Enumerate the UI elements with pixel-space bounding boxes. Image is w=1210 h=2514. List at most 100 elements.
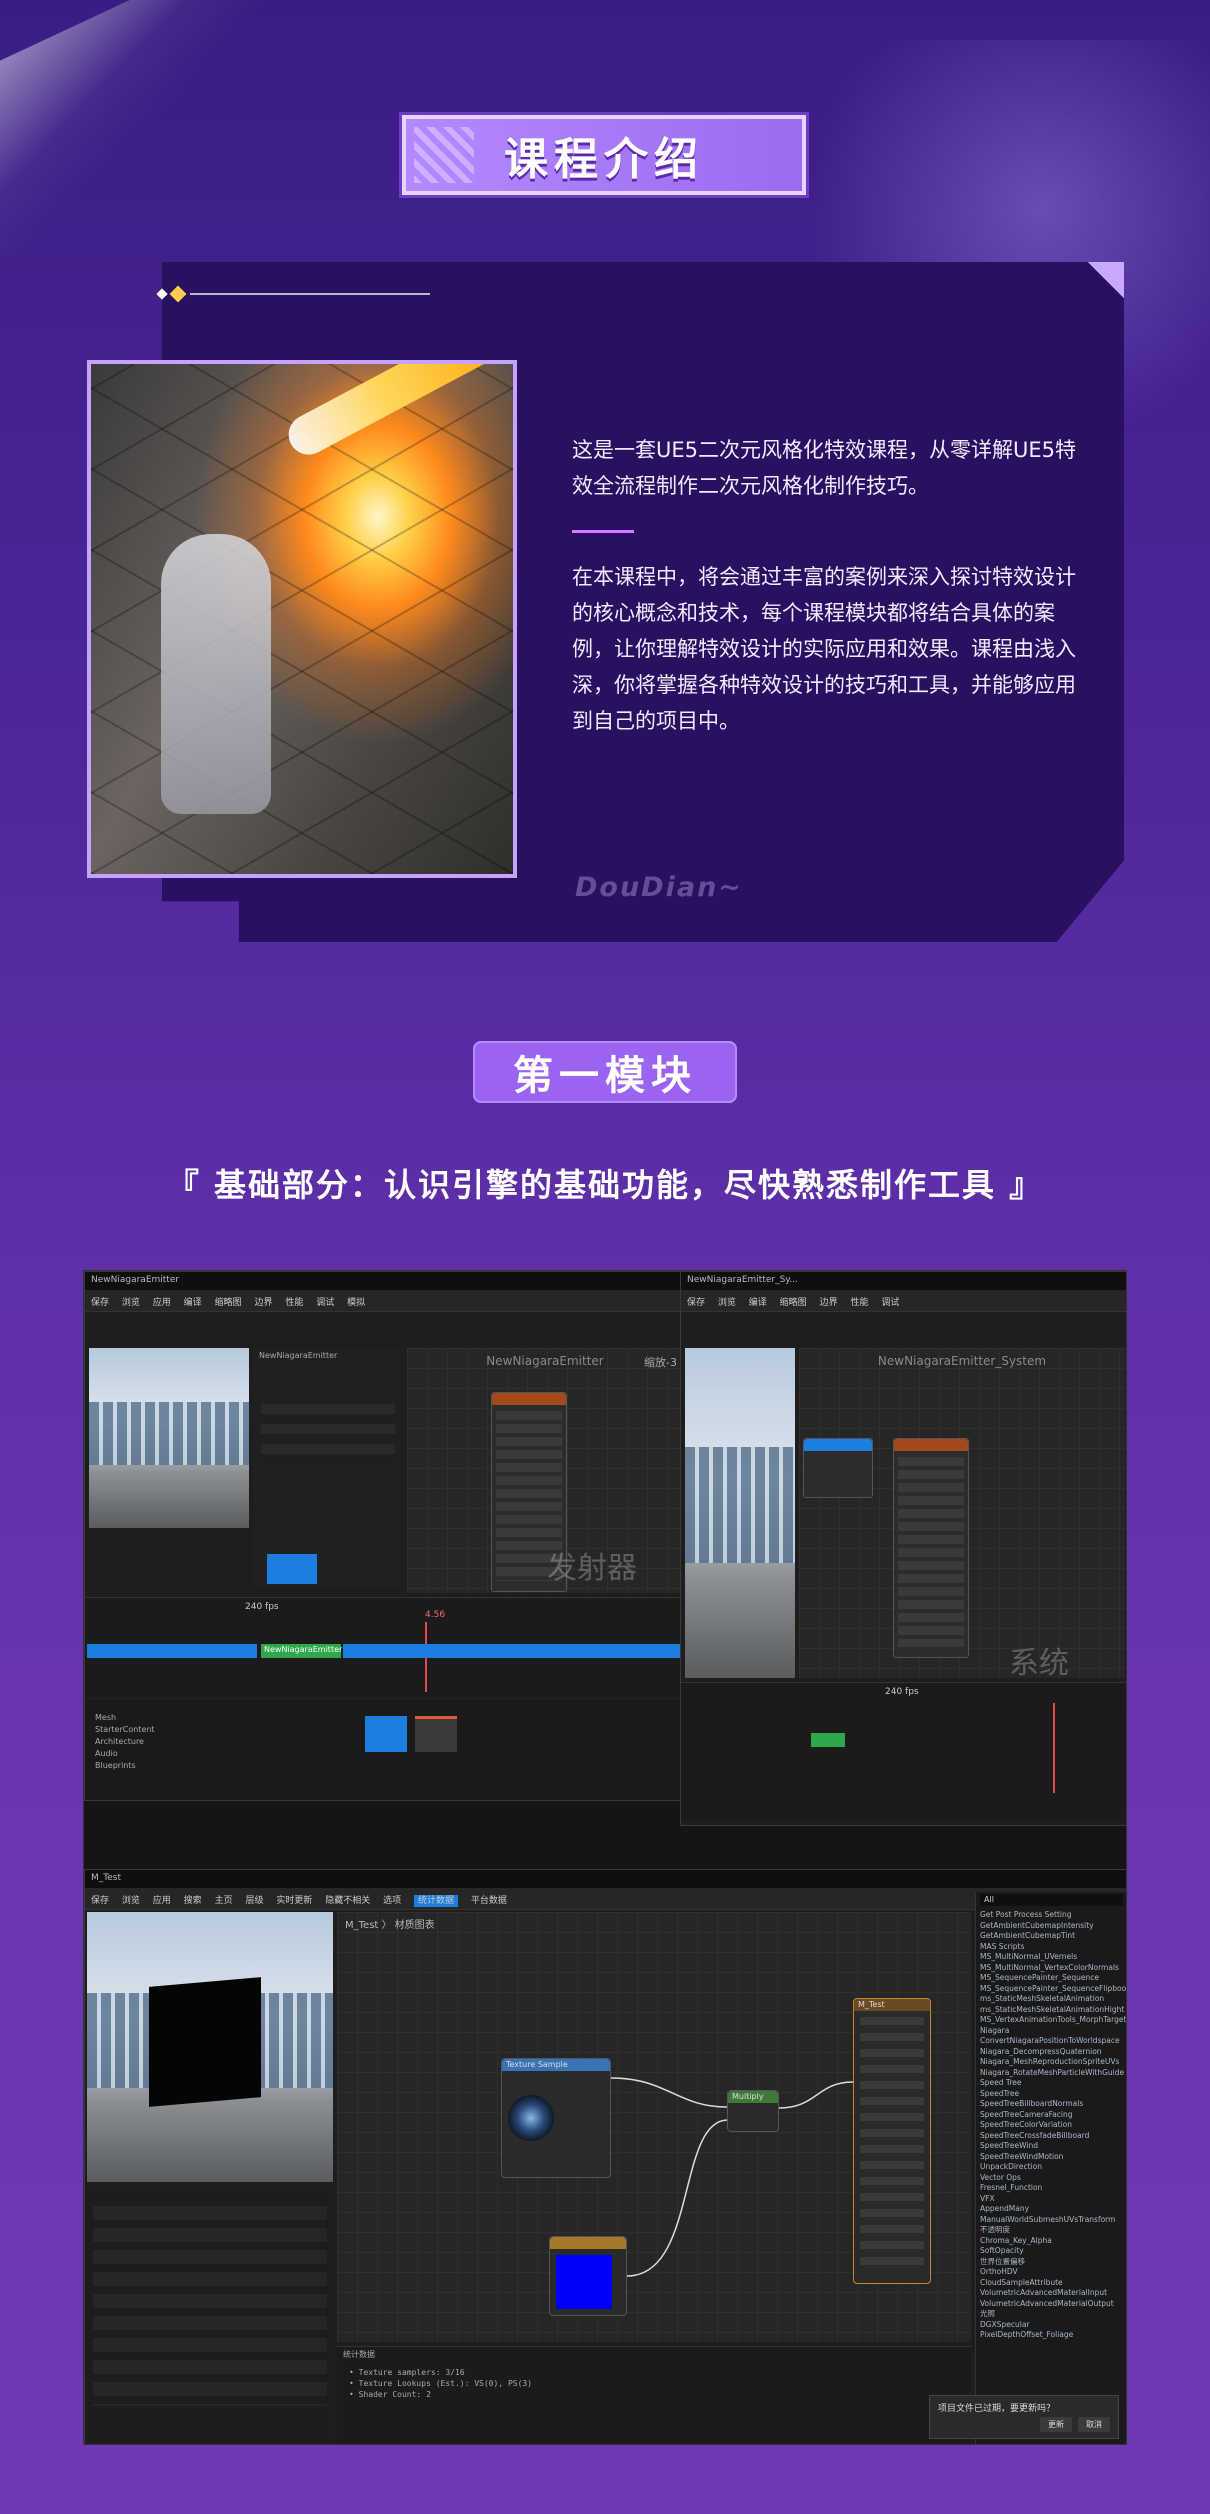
toolbar-browse[interactable]: 浏览 xyxy=(122,1298,140,1308)
material-tab[interactable]: M_Test xyxy=(85,1870,1126,1888)
system-toolbar: 保存 浏览 编译 缩略图 边界 性能 调试 xyxy=(681,1290,1126,1312)
property-selected[interactable] xyxy=(267,1554,317,1584)
emitter-window-titlebar[interactable]: NewNiagaraEmitter xyxy=(85,1272,685,1290)
palette-item[interactable]: DGXSpecular xyxy=(980,2320,1126,2331)
palette-item[interactable]: Fresnel_Function xyxy=(980,2183,1126,2194)
toolbar-compile[interactable]: 编译 xyxy=(749,1298,767,1308)
folder-audio[interactable]: Audio xyxy=(95,1748,155,1760)
palette-item[interactable]: MS_MultiNormal_VertexColorNormals xyxy=(980,1963,1126,1974)
palette-item[interactable]: ManualWorldSubmeshUVsTransform xyxy=(980,2215,1126,2226)
palette-search[interactable]: All xyxy=(980,1894,1123,1906)
palette-item[interactable]: Niagara_RotateMeshParticleWithGuide xyxy=(980,2068,1126,2079)
mat-toolbar-hierarchy[interactable]: 层级 xyxy=(245,1896,263,1906)
mat-toolbar-home[interactable]: 主页 xyxy=(215,1896,233,1906)
palette-item[interactable]: ConvertNiagaraPositionToWorldspace xyxy=(980,2036,1126,2047)
emitter-graph[interactable]: NewNiagaraEmitter 缩放-3 发射器 xyxy=(407,1348,683,1593)
toolbar-compile[interactable]: 编译 xyxy=(184,1298,202,1308)
toolbar-thumbnail[interactable]: 缩略图 xyxy=(780,1298,807,1308)
palette-item[interactable]: PixelDepthOffset_Foliage xyxy=(980,2330,1126,2341)
toolbar-browse[interactable]: 浏览 xyxy=(718,1298,736,1308)
palette-item[interactable]: SpeedTreeColorVariation xyxy=(980,2120,1126,2131)
system-window-titlebar[interactable]: NewNiagaraEmitter_Sy... xyxy=(681,1272,1126,1290)
folder-blueprints[interactable]: Blueprints xyxy=(95,1760,155,1772)
toolbar-bounds[interactable]: 边界 xyxy=(820,1298,838,1308)
toolbar-performance[interactable]: 性能 xyxy=(285,1298,303,1308)
mat-toolbar-browse[interactable]: 浏览 xyxy=(122,1896,140,1906)
palette-item[interactable]: VolumetricAdvancedMaterialInput xyxy=(980,2288,1126,2299)
palette-item[interactable]: SpeedTreeBillboardNormals xyxy=(980,2099,1126,2110)
palette-item[interactable]: Get Post Process Setting xyxy=(980,1910,1126,1921)
notification-dismiss-button[interactable]: 取消 xyxy=(1078,2417,1110,2432)
palette-item[interactable]: Niagara_DecompressQuaternion xyxy=(980,2047,1126,2058)
palette-item[interactable]: VFX xyxy=(980,2194,1126,2205)
folder-mesh[interactable]: Mesh xyxy=(95,1712,155,1724)
palette-item[interactable]: Chroma_Key_Alpha xyxy=(980,2236,1126,2247)
palette-item[interactable]: GetAmbientCubemapIntensity xyxy=(980,1921,1126,1932)
system-track-label[interactable] xyxy=(811,1733,845,1747)
palette-item[interactable]: MAS Scripts xyxy=(980,1942,1126,1953)
palette-item[interactable]: AppendMany xyxy=(980,2204,1126,2215)
system-emitter-node[interactable] xyxy=(803,1438,873,1498)
palette-item[interactable]: GetAmbientCubemapTint xyxy=(980,1931,1126,1942)
mat-toolbar-options[interactable]: 选项 xyxy=(383,1896,401,1906)
mat-toolbar-live-update[interactable]: 实时更新 xyxy=(276,1896,312,1906)
mat-toolbar-stats[interactable]: 统计数据 xyxy=(414,1895,459,1907)
folder-starter[interactable]: StarterContent xyxy=(95,1724,155,1736)
toolbar-performance[interactable]: 性能 xyxy=(850,1298,868,1308)
asset-tile[interactable] xyxy=(415,1716,457,1752)
toolbar-save[interactable]: 保存 xyxy=(687,1298,705,1308)
system-graph[interactable]: NewNiagaraEmitter_System 系统 xyxy=(799,1348,1125,1678)
palette-item[interactable]: MS_SequencePainter_SequenceFlipbook xyxy=(980,1984,1126,1995)
track-bar[interactable] xyxy=(343,1644,681,1658)
palette-item[interactable]: OrthoHDV xyxy=(980,2267,1126,2278)
palette-item[interactable]: MS_SequencePainter_Sequence xyxy=(980,1973,1126,1984)
system-timeline[interactable]: 240 fps xyxy=(681,1682,1126,1822)
palette-item[interactable]: Niagara_MeshReproductionSpriteUVs xyxy=(980,2057,1126,2068)
emitter-timeline[interactable]: 240 fps 4.56 NewNiagaraEmitter xyxy=(85,1597,685,1697)
toolbar-thumbnail[interactable]: 缩略图 xyxy=(215,1298,242,1308)
notification-update-button[interactable]: 更新 xyxy=(1040,2417,1072,2432)
mat-toolbar-platform[interactable]: 平台数据 xyxy=(471,1896,507,1906)
mat-toolbar-save[interactable]: 保存 xyxy=(91,1896,109,1906)
mat-toolbar-search[interactable]: 搜索 xyxy=(184,1896,202,1906)
toolbar-apply[interactable]: 应用 xyxy=(153,1298,171,1308)
palette-item[interactable]: SpeedTreeCameraFacing xyxy=(980,2110,1126,2121)
asset-tile-selected[interactable] xyxy=(365,1716,407,1752)
palette-item[interactable]: SpeedTreeWind xyxy=(980,2141,1126,2152)
palette-item[interactable]: CloudSampleAttribute xyxy=(980,2278,1126,2289)
palette-item[interactable]: Speed Tree xyxy=(980,2078,1126,2089)
palette-item[interactable]: SpeedTree xyxy=(980,2089,1126,2100)
material-preview-viewport[interactable] xyxy=(87,1912,333,2182)
palette-item[interactable]: ms_StaticMeshSkeletalAnimation xyxy=(980,1994,1126,2005)
track-row[interactable] xyxy=(87,1644,257,1658)
material-graph[interactable]: M_Test 〉 材质图表 Texture Sample Multiply M_… xyxy=(337,1912,971,2342)
palette-item[interactable]: SpeedTreeCrossfadeBillboard xyxy=(980,2131,1126,2142)
folder-arch[interactable]: Architecture xyxy=(95,1736,155,1748)
emitter-preview-viewport[interactable] xyxy=(89,1348,249,1528)
track-emitter-label[interactable]: NewNiagaraEmitter xyxy=(261,1644,342,1658)
palette-item[interactable]: ms_StaticMeshSkeletalAnimationHight xyxy=(980,2005,1126,2016)
mat-toolbar-apply[interactable]: 应用 xyxy=(153,1896,171,1906)
timeline-playhead[interactable] xyxy=(1053,1703,1055,1793)
toolbar-debug[interactable]: 调试 xyxy=(316,1298,334,1308)
palette-item[interactable]: MS_VertexAnimationTools_MorphTarget xyxy=(980,2015,1126,2026)
palette-item[interactable]: 世界位置偏移 xyxy=(980,2257,1126,2268)
toolbar-save[interactable]: 保存 xyxy=(91,1298,109,1308)
palette-item[interactable]: SoftOpacity xyxy=(980,2246,1126,2257)
palette-item[interactable]: VolumetricAdvancedMaterialOutput xyxy=(980,2299,1126,2310)
timeline-fps[interactable]: 240 fps xyxy=(245,1602,279,1612)
toolbar-bounds[interactable]: 边界 xyxy=(254,1298,272,1308)
palette-item[interactable]: SpeedTreeWindMotion xyxy=(980,2152,1126,2163)
palette-item[interactable]: UnpackDirection xyxy=(980,2162,1126,2173)
system-stack-node[interactable] xyxy=(893,1438,969,1658)
toolbar-debug[interactable]: 调试 xyxy=(881,1298,899,1308)
toolbar-simulate[interactable]: 模拟 xyxy=(347,1298,365,1308)
mat-toolbar-hide-unrelated[interactable]: 隐藏不相关 xyxy=(325,1896,370,1906)
palette-item[interactable]: 不透明度 xyxy=(980,2225,1126,2236)
palette-item[interactable]: 光照 xyxy=(980,2309,1126,2320)
system-preview-viewport[interactable] xyxy=(685,1348,795,1678)
system-timeline-fps[interactable]: 240 fps xyxy=(885,1687,919,1697)
palette-item[interactable]: Vector Ops xyxy=(980,2173,1126,2184)
palette-item[interactable]: MS_MultiNormal_UVernels xyxy=(980,1952,1126,1963)
palette-item[interactable]: Niagara xyxy=(980,2026,1126,2037)
